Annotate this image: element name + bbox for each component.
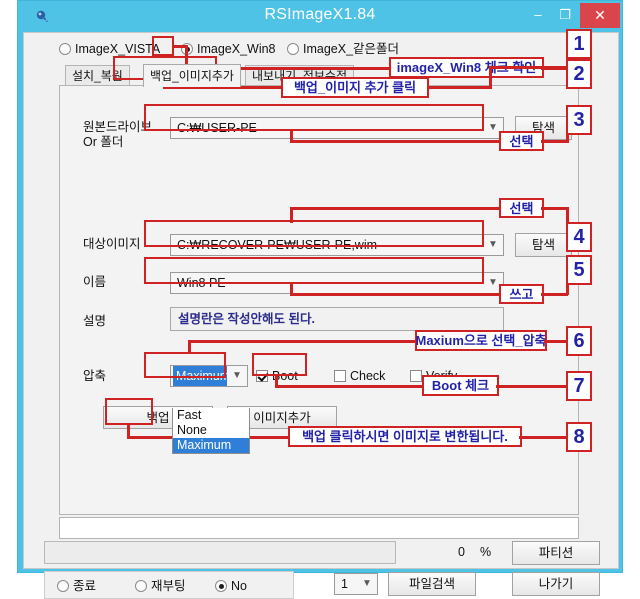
annotation-number-3: 3 [566,105,592,135]
minimize-button[interactable]: – [525,5,551,25]
annotation-line-5b [290,293,502,296]
partition-button[interactable]: 파티션 [512,541,600,565]
annotation-number-4: 4 [566,222,592,252]
checkbox-label-check: Check [350,369,386,383]
count-value: 1 [341,577,348,591]
annotation-callout-3: 선택 [499,131,544,151]
annotation-callout-4: 선택 [499,198,544,218]
annotation-line-3b [290,140,502,143]
description-label: 설명 [83,314,107,328]
compression-option-maximum[interactable]: Maximum [173,438,249,453]
annotation-callout-2: 백업_이미지 추가 클릭 [281,77,429,98]
annotation-number-7: 7 [566,371,592,401]
annotation-line-8c [519,436,568,439]
radio-dot-vista [59,43,71,55]
radio-no[interactable]: No [215,577,247,595]
annotation-box-name-combo [144,257,484,284]
compression-dropdown-list[interactable]: Fast None Maximum [172,408,250,454]
annotation-line-6c [544,340,568,343]
description-input[interactable]: 설명란은 작성안해도 된다. [170,307,504,331]
annotation-number-5: 5 [566,255,592,285]
radio-label-vista: ImageX_VISTA [75,42,161,56]
radio-label-win8: ImageX_Win8 [197,42,276,56]
annotation-number-1: 1 [566,29,592,59]
source-label-line1: 원본드라이브 [83,120,153,134]
radio-label-no: No [231,579,247,593]
radio-label-samefolder: ImageX_같은폴더 [303,42,400,56]
annotation-line-7b [275,385,425,388]
progress-bar [44,541,396,564]
radio-shutdown[interactable]: 종료 [57,577,96,595]
radio-dot-samefolder [287,43,299,55]
annotation-line-6b [188,340,418,343]
annotation-line-4b [290,207,502,210]
annotation-number-8: 8 [566,422,592,452]
progress-percent-value: 0 [458,545,465,559]
checkbox-box-verify [410,370,422,382]
annotation-box-win8-radio [152,36,174,56]
annotation-callout-5: 쓰고 [499,284,544,304]
title-bar: RSImageX1.84 – ❐ ✕ [18,1,622,32]
annotation-line-2c [427,86,492,89]
checkbox-box-check [334,370,346,382]
post-action-panel: 종료 재부팅 No [44,571,294,599]
annotation-line-2e [489,66,566,69]
screenshot-root: RSImageX1.84 – ❐ ✕ ImageX_VISTA ImageX_W… [0,0,640,599]
chevron-down-icon-compression[interactable]: ▼ [227,366,247,386]
radio-dot-reboot [135,580,147,592]
radio-label-shutdown: 종료 [73,579,97,593]
source-drive-label: 원본드라이브 Or 폴더 [83,120,152,150]
annotation-number-6: 6 [566,326,592,356]
annotation-callout-6: Maxium으로 선택_압축 [415,330,547,351]
exit-button[interactable]: 나가기 [512,572,600,596]
filesearch-button[interactable]: 파일검색 [388,572,476,596]
checkbox-check[interactable]: Check [334,368,385,384]
log-output-box [59,517,579,539]
name-label: 이름 [83,275,107,289]
annotation-box-backup-button [105,398,153,425]
close-button[interactable]: ✕ [580,3,620,28]
chevron-down-icon-count[interactable]: ▼ [357,574,377,594]
radio-imagex-samefolder[interactable]: ImageX_같은폴더 [287,40,399,58]
target-browse-button[interactable]: 탐색 [515,233,572,257]
annotation-box-boot-checkbox [252,353,307,376]
annotation-number-2: 2 [566,59,592,89]
annotation-line-7c [496,385,568,388]
radio-dot-no [215,580,227,592]
radio-dot-shutdown [57,580,69,592]
count-combo[interactable]: 1 ▼ [334,573,378,595]
compression-option-fast[interactable]: Fast [173,408,249,423]
annotation-line-3c [541,140,568,143]
progress-percent-sign: % [480,545,492,559]
compression-label: 압축 [83,369,107,383]
annotation-line-5c [541,293,568,296]
radio-reboot[interactable]: 재부팅 [135,577,186,595]
annotation-line-2d [489,66,492,89]
chevron-down-icon-target[interactable]: ▼ [483,235,503,255]
compression-option-none[interactable]: None [173,423,249,438]
annotation-callout-7: Boot 체크 [422,375,499,396]
description-value: 설명란은 작성안해도 된다. [178,312,315,326]
annotation-box-source-combo [144,104,484,131]
radio-label-reboot: 재부팅 [151,579,186,593]
source-label-line2: Or 폴더 [83,135,124,149]
tab-backup-addimage[interactable]: 백업_이미지추가 [143,64,241,87]
annotation-box-target-combo [144,220,484,247]
annotation-box-compression-combo [144,352,226,378]
maximize-button[interactable]: ❐ [552,5,578,25]
target-image-label: 대상이미지 [83,237,141,251]
annotation-line-4c [541,207,568,210]
annotation-callout-8: 백업 클릭하시면 이미지로 변한됩니다. [288,426,522,447]
